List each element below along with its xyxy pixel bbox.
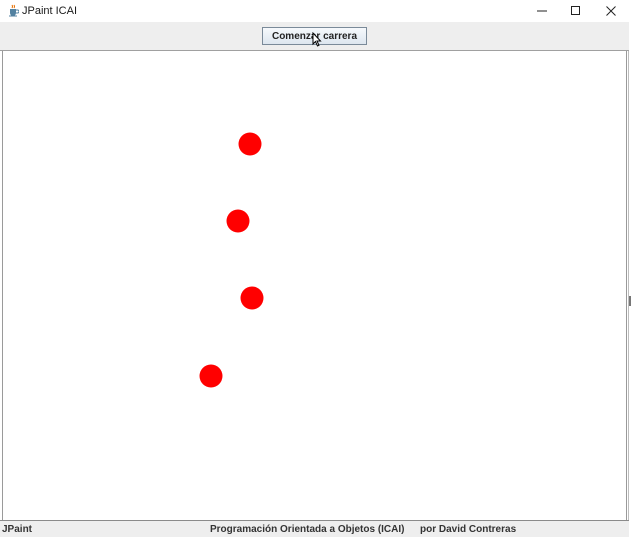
toolbar: Comenzar carrera xyxy=(0,22,629,51)
minimize-button[interactable] xyxy=(525,0,559,22)
close-button[interactable] xyxy=(594,0,628,22)
maximize-button[interactable] xyxy=(559,0,593,22)
minimize-icon xyxy=(537,6,547,16)
status-app-name: JPaint xyxy=(2,524,33,535)
start-race-button[interactable]: Comenzar carrera xyxy=(262,27,367,45)
window-edge-mark xyxy=(629,296,631,306)
title-bar[interactable]: JPaint ICAI xyxy=(0,0,629,22)
runner-ball-2 xyxy=(226,209,250,233)
race-track xyxy=(199,132,264,388)
maximize-icon xyxy=(571,6,581,16)
java-cup-icon xyxy=(7,4,20,17)
app-window: JPaint ICAI Comenzar carrera JPaint Prog… xyxy=(0,0,629,537)
status-author: por David Contreras xyxy=(420,524,517,535)
runner-ball-1 xyxy=(238,132,262,156)
runner-ball-3 xyxy=(240,286,264,310)
runner-ball-4 xyxy=(199,364,223,388)
window-title: JPaint ICAI xyxy=(22,5,78,17)
status-course: Programación Orientada a Objetos (ICAI) xyxy=(210,524,405,535)
status-bar: JPaint Programación Orientada a Objetos … xyxy=(0,520,629,537)
close-icon xyxy=(606,6,616,16)
drawing-canvas[interactable] xyxy=(2,51,627,520)
